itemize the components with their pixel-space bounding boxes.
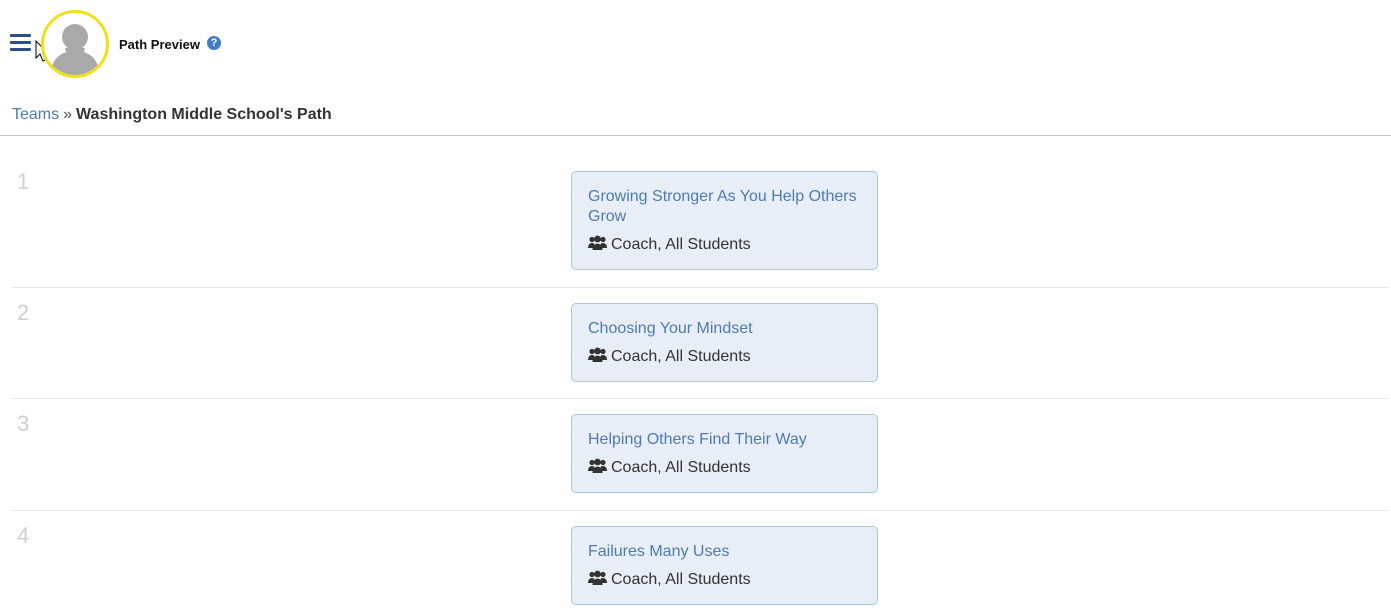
step-title-link[interactable]: Helping Others Find Their Way (588, 430, 861, 450)
step-audience: Coach, All Students (588, 347, 861, 367)
step-row: 4 Failures Many Uses Coach, All Students (12, 511, 1389, 611)
step-audience-label: Coach, All Students (611, 236, 751, 253)
step-list: 1 Growing Stronger As You Help Others Gr… (12, 136, 1389, 611)
step-card[interactable]: Choosing Your Mindset Coach, All Student… (571, 303, 878, 382)
step-audience-label: Coach, All Students (611, 571, 751, 588)
step-card[interactable]: Growing Stronger As You Help Others Grow… (571, 171, 878, 270)
hamburger-menu-icon[interactable] (9, 31, 33, 55)
breadcrumb-link-teams[interactable]: Teams (12, 106, 59, 123)
breadcrumb-separator: » (63, 106, 73, 123)
question-circle-icon[interactable]: ? (207, 36, 221, 50)
step-number: 2 (17, 300, 30, 325)
step-audience: Coach, All Students (588, 570, 861, 590)
step-row: 2 Choosing Your Mindset Coach, All Stude… (12, 288, 1389, 399)
step-number: 3 (17, 411, 30, 436)
step-audience-label: Coach, All Students (611, 459, 751, 476)
step-row: 3 Helping Others Find Their Way Coach, A… (12, 399, 1389, 511)
user-silhouette-icon (50, 24, 100, 75)
step-title-link[interactable]: Growing Stronger As You Help Others Grow (588, 187, 861, 227)
step-audience: Coach, All Students (588, 235, 861, 255)
page-title: Path Preview (119, 37, 200, 52)
step-row: 1 Growing Stronger As You Help Others Gr… (12, 136, 1389, 288)
users-group-icon (588, 570, 607, 585)
step-number: 4 (17, 523, 30, 548)
step-audience: Coach, All Students (588, 458, 861, 478)
step-card[interactable]: Failures Many Uses Coach, All Students (571, 526, 878, 605)
users-group-icon (588, 458, 607, 473)
avatar[interactable] (41, 10, 109, 78)
breadcrumb-current: Washington Middle School's Path (76, 106, 332, 123)
step-number: 1 (17, 169, 30, 194)
users-group-icon (588, 235, 607, 250)
step-title-link[interactable]: Choosing Your Mindset (588, 319, 861, 339)
users-group-icon (588, 347, 607, 362)
top-bar: Path Preview ? (0, 0, 1391, 90)
step-card[interactable]: Helping Others Find Their Way Coach, All… (571, 414, 878, 493)
step-title-link[interactable]: Failures Many Uses (588, 542, 861, 562)
step-audience-label: Coach, All Students (611, 348, 751, 365)
breadcrumb: Teams» Washington Middle School's Path (12, 106, 332, 124)
